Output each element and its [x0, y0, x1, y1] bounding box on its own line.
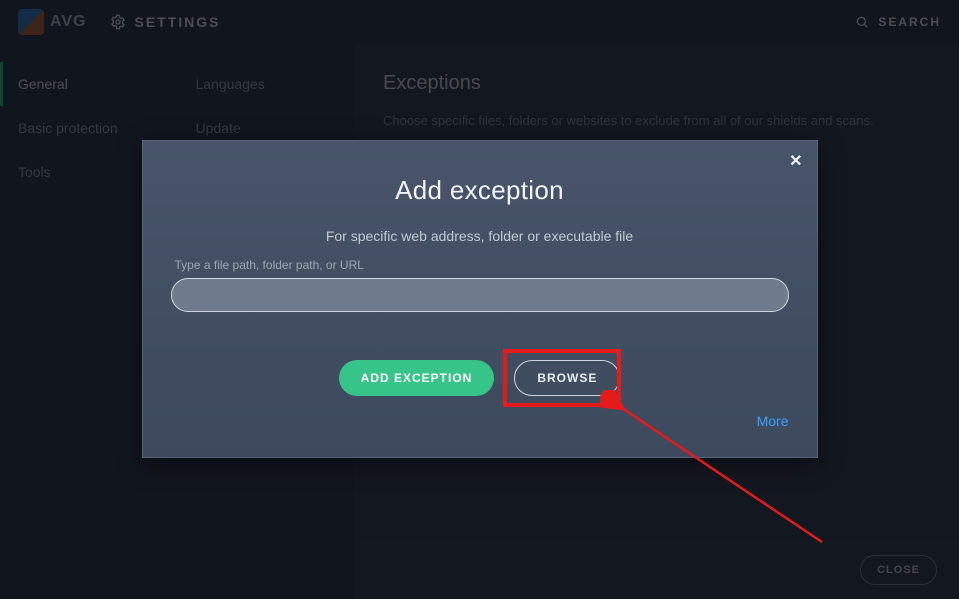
exception-path-input[interactable] [171, 278, 789, 312]
modal-layer: ✕ Add exception For specific web address… [0, 0, 959, 599]
dialog-button-row: ADD EXCEPTION BROWSE [171, 360, 789, 396]
more-link[interactable]: More [757, 413, 789, 429]
close-icon: ✕ [789, 153, 802, 170]
link-label: More [757, 413, 789, 429]
add-exception-dialog: ✕ Add exception For specific web address… [142, 140, 818, 458]
close-dialog-button[interactable]: ✕ [789, 151, 802, 171]
dialog-title: Add exception [171, 175, 789, 206]
dialog-subtitle: For specific web address, folder or exec… [171, 228, 789, 244]
button-label: ADD EXCEPTION [361, 371, 473, 385]
button-label: BROWSE [537, 371, 597, 385]
add-exception-button[interactable]: ADD EXCEPTION [339, 360, 495, 396]
input-label: Type a file path, folder path, or URL [175, 258, 789, 272]
browse-button[interactable]: BROWSE [514, 360, 620, 396]
